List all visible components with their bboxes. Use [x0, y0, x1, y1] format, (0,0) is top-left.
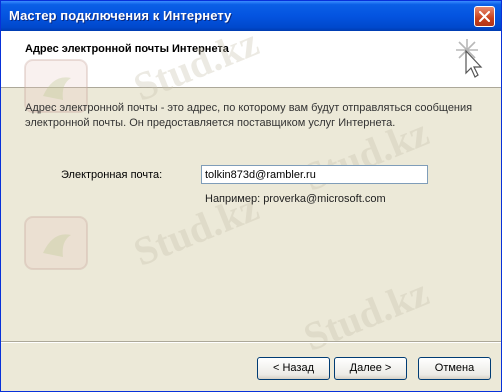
watermark-logo-icon [24, 216, 88, 270]
description-text: Адрес электронной почты - это адрес, по … [25, 102, 473, 129]
close-icon [479, 11, 490, 22]
cancel-button[interactable]: Отмена [418, 357, 491, 380]
page-title: Адрес электронной почты Интернета [25, 43, 229, 55]
wizard-wand-icon [456, 39, 483, 78]
window-title: Мастер подключения к Интернету [9, 8, 232, 23]
back-button[interactable]: < Назад [257, 357, 330, 380]
example-text: Например: proverka@microsoft.com [205, 193, 386, 205]
footer-divider [1, 341, 501, 343]
wizard-header: Адрес электронной почты Интернета [1, 31, 501, 88]
title-bar[interactable]: Мастер подключения к Интернету [1, 1, 501, 31]
wizard-window: Мастер подключения к Интернету Адрес эле… [0, 0, 502, 392]
email-label: Электронная почта: [61, 169, 163, 181]
next-button[interactable]: Далее > [334, 357, 407, 380]
close-button[interactable] [474, 6, 495, 27]
watermark-text: Stud.kz [297, 269, 435, 360]
email-input[interactable] [201, 165, 428, 184]
